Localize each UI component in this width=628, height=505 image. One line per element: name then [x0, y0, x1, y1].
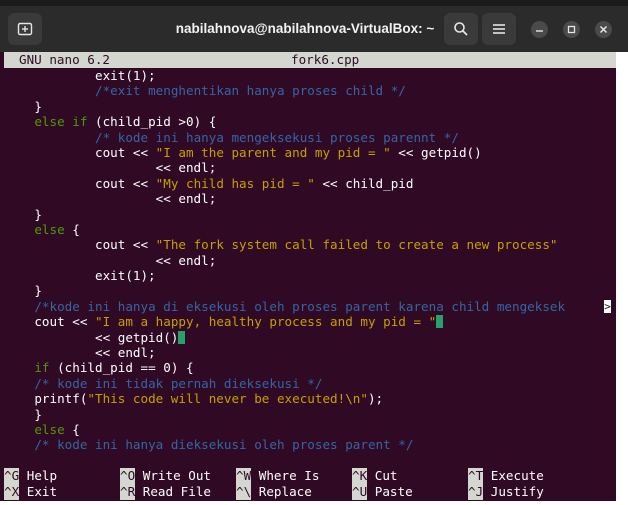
code-line: else { — [34, 221, 80, 237]
close-button[interactable] — [595, 21, 612, 38]
shortcut-exit[interactable]: ^X Exit — [4, 484, 57, 500]
code-line: /* kode ini hanya mengeksekusi proses pa… — [4, 130, 616, 145]
code-line: << endl; — [4, 191, 217, 207]
terminal-area[interactable]: GNU nano 6.2 fork6.cpp exit(1); /*exit m… — [0, 52, 616, 501]
shortcut-read-file[interactable]: ^R Read File — [120, 484, 211, 500]
maximize-icon — [567, 25, 576, 34]
hamburger-menu-icon — [493, 24, 505, 34]
terminal-title-bar: nabilahnova@nabilahnova-VirtualBox: ~ — [0, 6, 628, 52]
code-line: printf("This code will never be executed… — [4, 391, 384, 407]
nano-shortcut-bar: ^G Help ^O Write Out ^W Where Is ^K Cut … — [4, 465, 616, 501]
right-edge-panel — [616, 52, 628, 501]
code-line: } — [4, 283, 42, 299]
nano-header-bar: GNU nano 6.2 fork6.cpp — [4, 52, 616, 68]
code-comment: /* kode ini tidak pernah dieksekusi */ — [34, 375, 323, 391]
shortcut-write-out[interactable]: ^O Write Out — [120, 468, 211, 484]
code-string: "I am a happy, healthy process and my pi… — [95, 314, 437, 330]
shortcut-execute[interactable]: ^T Execute — [468, 468, 544, 484]
text-cursor — [178, 330, 186, 344]
code-line: /* kode ini tidak pernah dieksekusi */ — [4, 376, 616, 391]
code-line: exit(1); — [4, 68, 156, 83]
code-line: else { — [34, 421, 80, 437]
close-icon — [599, 25, 608, 34]
code-line: cout << "I am the parent and my pid = " … — [4, 144, 482, 160]
code-line: else if (child_pid >0) { — [34, 114, 217, 130]
nano-version: GNU nano 6.2 — [19, 52, 110, 67]
code-keyword: else if — [34, 114, 88, 130]
code-comment: /*kode ini hanya di eksekusi oleh proses… — [34, 298, 566, 314]
code-line: cout << "The fork system call failed to … — [4, 237, 558, 253]
search-button[interactable] — [444, 13, 478, 45]
search-icon — [454, 22, 468, 36]
code-string: "I am the parent and my pid = " — [155, 144, 391, 160]
code-editor[interactable]: exit(1); /*exit menghentikan hanya prose… — [4, 68, 616, 453]
code-line: /*exit menghentikan hanya proses child *… — [4, 83, 616, 98]
minimize-button[interactable] — [531, 21, 548, 38]
code-line: } — [4, 98, 42, 114]
maximize-button[interactable] — [563, 21, 580, 38]
code-line: cout << "My child has pid = " << child_p… — [4, 175, 414, 191]
code-line: exit(1); — [4, 268, 156, 284]
code-string: "My child has pid = " — [155, 175, 315, 191]
code-string: "This code will never be executed!\n" — [87, 391, 368, 407]
code-line: if (child_pid == 0) { — [34, 360, 194, 376]
menu-button[interactable] — [482, 13, 516, 45]
shortcut-help[interactable]: ^G Help — [4, 468, 57, 484]
code-comment: /*exit menghentikan hanya proses child *… — [95, 83, 406, 99]
code-line: << endl; — [4, 345, 156, 361]
code-line: << endl; — [4, 160, 217, 176]
code-line: } — [4, 206, 42, 222]
code-line: cout << "I am a happy, healthy process a… — [4, 314, 616, 329]
code-line: << getpid() — [4, 330, 616, 345]
code-comment: /* kode ini hanya dieksekusi oleh proses… — [34, 437, 414, 453]
shortcut-replace[interactable]: ^\ Replace — [236, 484, 312, 500]
code-keyword: if — [34, 360, 50, 376]
nano-filename: fork6.cpp — [291, 52, 360, 67]
minimize-icon — [536, 30, 543, 32]
shortcut-cut[interactable]: ^K Cut — [352, 468, 398, 484]
code-line: /* kode ini hanya dieksekusi oleh proses… — [4, 437, 616, 452]
code-string: "The fork system call failed to create a… — [155, 237, 558, 253]
new-tab-button[interactable] — [8, 13, 42, 45]
shortcut-justify[interactable]: ^J Justify — [468, 484, 544, 500]
shortcut-paste[interactable]: ^U Paste — [352, 484, 413, 500]
shortcut-where-is[interactable]: ^W Where Is — [236, 468, 319, 484]
code-line: << endl; — [4, 252, 217, 268]
code-line: /*kode ini hanya di eksekusi oleh proses… — [4, 299, 616, 314]
code-keyword: else — [34, 221, 65, 237]
code-line: } — [4, 406, 42, 422]
cursor-marker — [436, 315, 444, 329]
window-title: nabilahnova@nabilahnova-VirtualBox: ~ — [175, 21, 435, 36]
code-comment: /* kode ini hanya mengeksekusi proses pa… — [95, 129, 459, 145]
code-keyword: else — [34, 421, 65, 437]
line-overflow-indicator: > — [604, 299, 611, 313]
new-tab-icon — [17, 22, 33, 36]
